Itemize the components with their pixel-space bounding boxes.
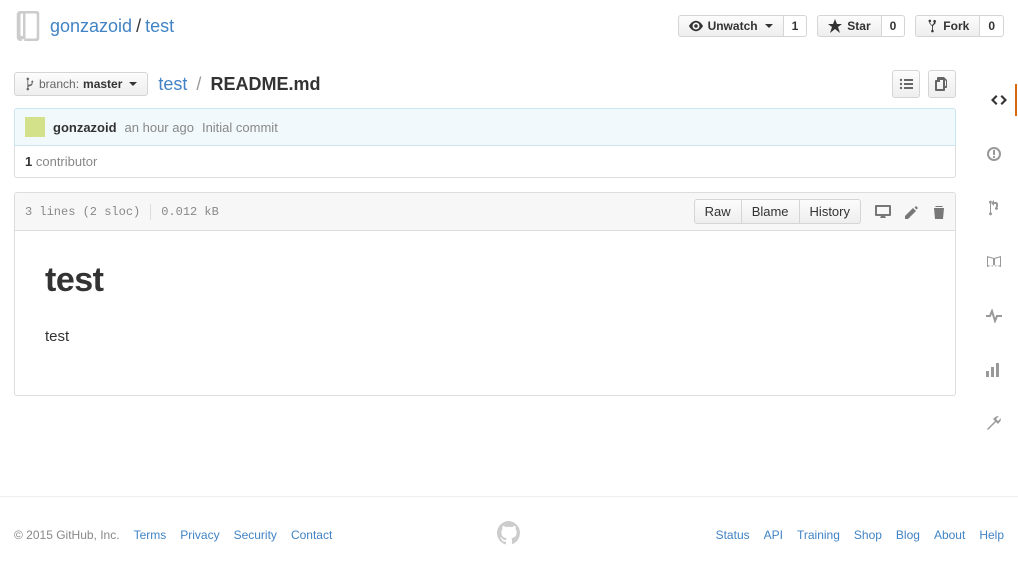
- commit-author[interactable]: gonzazoid: [53, 120, 117, 135]
- fork-button[interactable]: Fork: [915, 15, 980, 37]
- file-box: 3 lines (2 sloc) 0.012 kB Raw Blame Hist…: [14, 192, 956, 396]
- breadcrumb-root[interactable]: test: [158, 74, 187, 94]
- unwatch-button[interactable]: Unwatch: [678, 15, 784, 37]
- footer: © 2015 GitHub, Inc. Terms Privacy Securi…: [0, 496, 1018, 578]
- blame-button[interactable]: Blame: [742, 199, 800, 224]
- desktop-icon[interactable]: [875, 205, 891, 219]
- watch-count[interactable]: 1: [784, 15, 808, 37]
- file-lines: 3 lines (2 sloc): [25, 205, 140, 219]
- social-actions: Unwatch 1 Star 0 Fork 0: [678, 15, 1004, 37]
- star-button[interactable]: Star: [817, 15, 881, 37]
- copy-button[interactable]: [928, 70, 956, 98]
- footer-api[interactable]: API: [764, 528, 783, 542]
- footer-shop[interactable]: Shop: [854, 528, 882, 542]
- nav-graphs-icon[interactable]: [978, 354, 1010, 386]
- readme-heading: test: [45, 261, 925, 300]
- file-size: 0.012 kB: [161, 205, 219, 219]
- repo-owner-link[interactable]: gonzazoid: [50, 16, 132, 37]
- contributors-bar: 1 contributor: [14, 146, 956, 178]
- trash-icon[interactable]: [933, 205, 945, 219]
- repo-icon: [14, 8, 42, 44]
- footer-terms[interactable]: Terms: [134, 528, 167, 542]
- branch-prefix: branch:: [39, 77, 79, 91]
- footer-privacy[interactable]: Privacy: [180, 528, 219, 542]
- star-label: Star: [847, 19, 870, 33]
- contributors-count: 1: [25, 154, 32, 169]
- nav-pulse-icon[interactable]: [978, 300, 1010, 332]
- edit-icon[interactable]: [905, 205, 919, 219]
- star-count[interactable]: 0: [882, 15, 906, 37]
- repo-separator: /: [136, 16, 141, 37]
- breadcrumb-file: README.md: [210, 74, 320, 94]
- footer-training[interactable]: Training: [797, 528, 840, 542]
- nav-code-icon[interactable]: [971, 84, 1017, 116]
- footer-contact[interactable]: Contact: [291, 528, 332, 542]
- file-info: 3 lines (2 sloc) 0.012 kB: [25, 204, 219, 220]
- footer-about[interactable]: About: [934, 528, 965, 542]
- commit-time: an hour ago: [125, 120, 194, 135]
- caret-icon: [129, 82, 137, 86]
- repo-title: gonzazoid / test: [14, 8, 174, 44]
- avatar: [25, 117, 45, 137]
- list-view-button[interactable]: [892, 70, 920, 98]
- footer-copyright: © 2015 GitHub, Inc.: [14, 528, 120, 542]
- nav-wiki-icon[interactable]: [978, 246, 1010, 278]
- repo-name-link[interactable]: test: [145, 16, 174, 37]
- raw-button[interactable]: Raw: [694, 199, 742, 224]
- fork-count[interactable]: 0: [980, 15, 1004, 37]
- branch-name: master: [83, 77, 122, 91]
- nav-pulls-icon[interactable]: [978, 192, 1010, 224]
- divider: [150, 204, 151, 220]
- footer-status[interactable]: Status: [716, 528, 750, 542]
- commit-message[interactable]: Initial commit: [202, 120, 278, 135]
- nav-settings-icon[interactable]: [978, 408, 1010, 440]
- github-logo-icon[interactable]: [497, 521, 521, 548]
- footer-blog[interactable]: Blog: [896, 528, 920, 542]
- nav-issues-icon[interactable]: [978, 138, 1010, 170]
- breadcrumb-separator: /: [196, 74, 201, 94]
- caret-icon: [765, 24, 773, 28]
- readme-body: test: [45, 328, 925, 345]
- fork-label: Fork: [943, 19, 969, 33]
- footer-security[interactable]: Security: [234, 528, 277, 542]
- unwatch-label: Unwatch: [708, 19, 758, 33]
- file-content: test test: [15, 231, 955, 395]
- branch-selector[interactable]: branch: master: [14, 72, 148, 96]
- contributors-label: contributor: [36, 154, 97, 169]
- footer-help[interactable]: Help: [979, 528, 1004, 542]
- commit-bar: gonzazoid an hour ago Initial commit: [14, 108, 956, 146]
- history-button[interactable]: History: [800, 199, 861, 224]
- breadcrumb: test / README.md: [158, 74, 320, 95]
